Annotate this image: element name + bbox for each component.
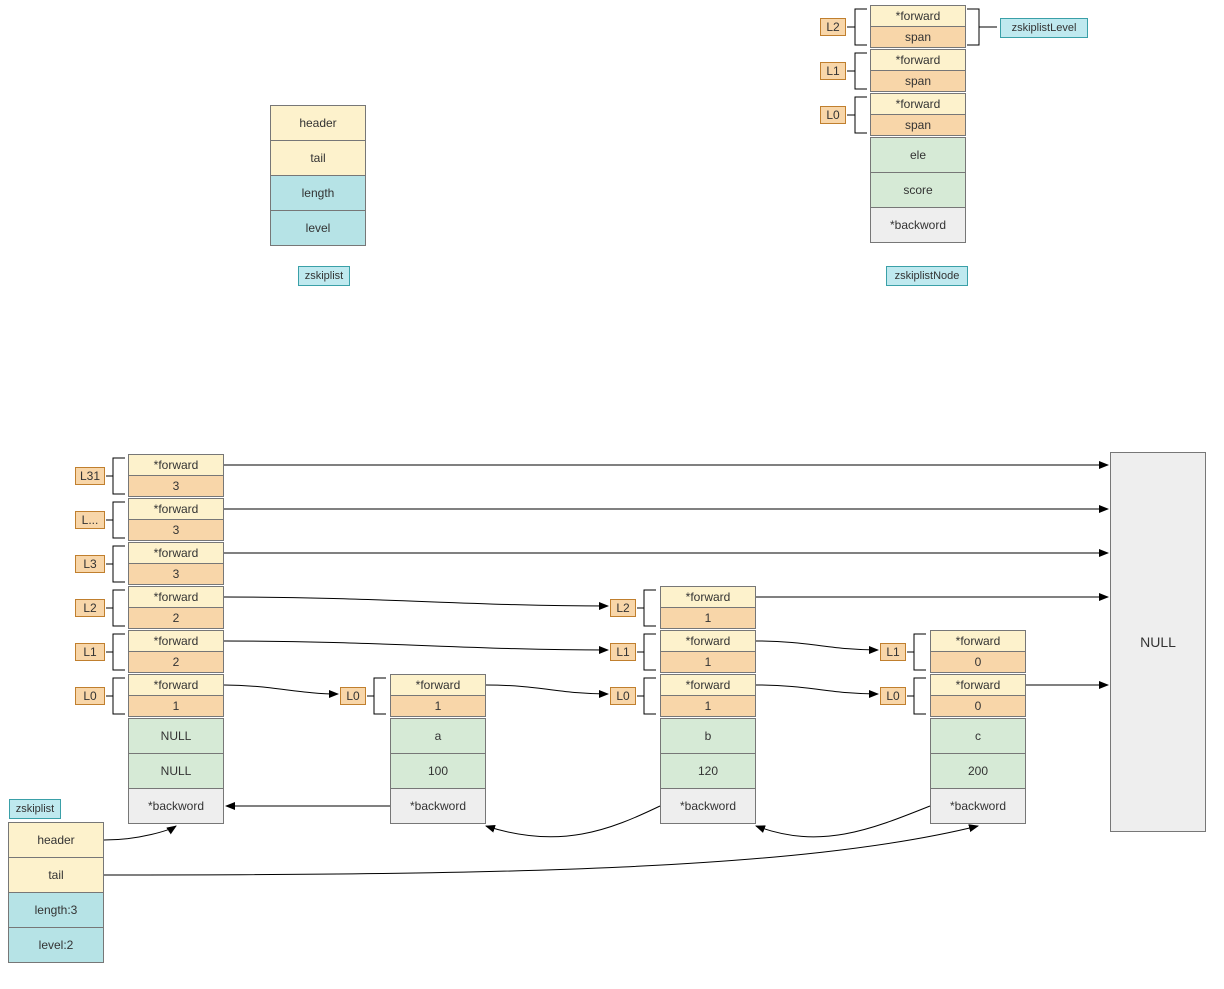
node0-ele: NULL: [128, 718, 224, 754]
legend-zskiplist-length: length: [270, 175, 366, 211]
node2-tag-L2: L2: [610, 599, 636, 617]
node0-tag-L3: L3: [75, 555, 105, 573]
legend-node-L0-span: span: [870, 114, 966, 136]
node2-L2-span: 1: [660, 607, 756, 629]
legend-node-score: score: [870, 172, 966, 208]
legend-node-label: zskiplistNode: [886, 266, 968, 286]
legend-zskiplist-tail: tail: [270, 140, 366, 176]
node2-tag-L0: L0: [610, 687, 636, 705]
node3-L1-fwd: *forward: [930, 630, 1026, 652]
node3-tag-L0: L0: [880, 687, 906, 705]
node3-score: 200: [930, 753, 1026, 789]
legend-zskiplist-header: header: [270, 105, 366, 141]
node2-tag-L1: L1: [610, 643, 636, 661]
node0-Ld-fwd: *forward: [128, 498, 224, 520]
node2-ele: b: [660, 718, 756, 754]
legend-node-tag-L0: L0: [820, 106, 846, 124]
node3-L0-fwd: *forward: [930, 674, 1026, 696]
node0-tag-L31: L31: [75, 467, 105, 485]
node0-tag-L1: L1: [75, 643, 105, 661]
node0-L0-span: 1: [128, 695, 224, 717]
node0-L2-fwd: *forward: [128, 586, 224, 608]
node1-score: 100: [390, 753, 486, 789]
legend-node-L1-forward: *forward: [870, 49, 966, 71]
node0-L31-fwd: *forward: [128, 454, 224, 476]
node2-L0-span: 1: [660, 695, 756, 717]
node0-L0-fwd: *forward: [128, 674, 224, 696]
node3-L0-span: 0: [930, 695, 1026, 717]
instance-zskiplist-label: zskiplist: [9, 799, 61, 819]
node0-tag-Ldots: L...: [75, 511, 105, 529]
node0-L31-span: 3: [128, 475, 224, 497]
node2-L1-span: 1: [660, 651, 756, 673]
node1-L0-span: 1: [390, 695, 486, 717]
node2-L2-fwd: *forward: [660, 586, 756, 608]
node3-L1-span: 0: [930, 651, 1026, 673]
node0-score: NULL: [128, 753, 224, 789]
legend-node-ele: ele: [870, 137, 966, 173]
legend-node-L2-forward: *forward: [870, 5, 966, 27]
node0-tag-L2: L2: [75, 599, 105, 617]
node0-L2-span: 2: [128, 607, 224, 629]
node2-back: *backword: [660, 788, 756, 824]
node0-L3-fwd: *forward: [128, 542, 224, 564]
instance-header: header: [8, 822, 104, 858]
legend-node-L0-forward: *forward: [870, 93, 966, 115]
node1-tag-L0: L0: [340, 687, 366, 705]
legend-node-tag-L1: L1: [820, 62, 846, 80]
legend-node-L2-span: span: [870, 26, 966, 48]
node1-L0-fwd: *forward: [390, 674, 486, 696]
diagram-canvas: { "legend": { "zskiplist": { "fields": […: [0, 0, 1224, 989]
instance-length: length:3: [8, 892, 104, 928]
node3-tag-L1: L1: [880, 643, 906, 661]
node2-L0-fwd: *forward: [660, 674, 756, 696]
legend-node-tag-L2: L2: [820, 18, 846, 36]
instance-tail: tail: [8, 857, 104, 893]
node0-L1-span: 2: [128, 651, 224, 673]
legend-zskiplist-level: level: [270, 210, 366, 246]
node3-ele: c: [930, 718, 1026, 754]
node0-tag-L0: L0: [75, 687, 105, 705]
node0-Ld-span: 3: [128, 519, 224, 541]
node0-L1-fwd: *forward: [128, 630, 224, 652]
legend-node-L1-span: span: [870, 70, 966, 92]
node1-back: *backword: [390, 788, 486, 824]
node0-back: *backword: [128, 788, 224, 824]
node3-back: *backword: [930, 788, 1026, 824]
instance-level: level:2: [8, 927, 104, 963]
legend-level-label: zskiplistLevel: [1000, 18, 1088, 38]
legend-zskiplist-label: zskiplist: [298, 266, 350, 286]
node2-L1-fwd: *forward: [660, 630, 756, 652]
legend-node-back: *backword: [870, 207, 966, 243]
node2-score: 120: [660, 753, 756, 789]
null-box: NULL: [1110, 452, 1206, 832]
node1-ele: a: [390, 718, 486, 754]
node0-L3-span: 3: [128, 563, 224, 585]
